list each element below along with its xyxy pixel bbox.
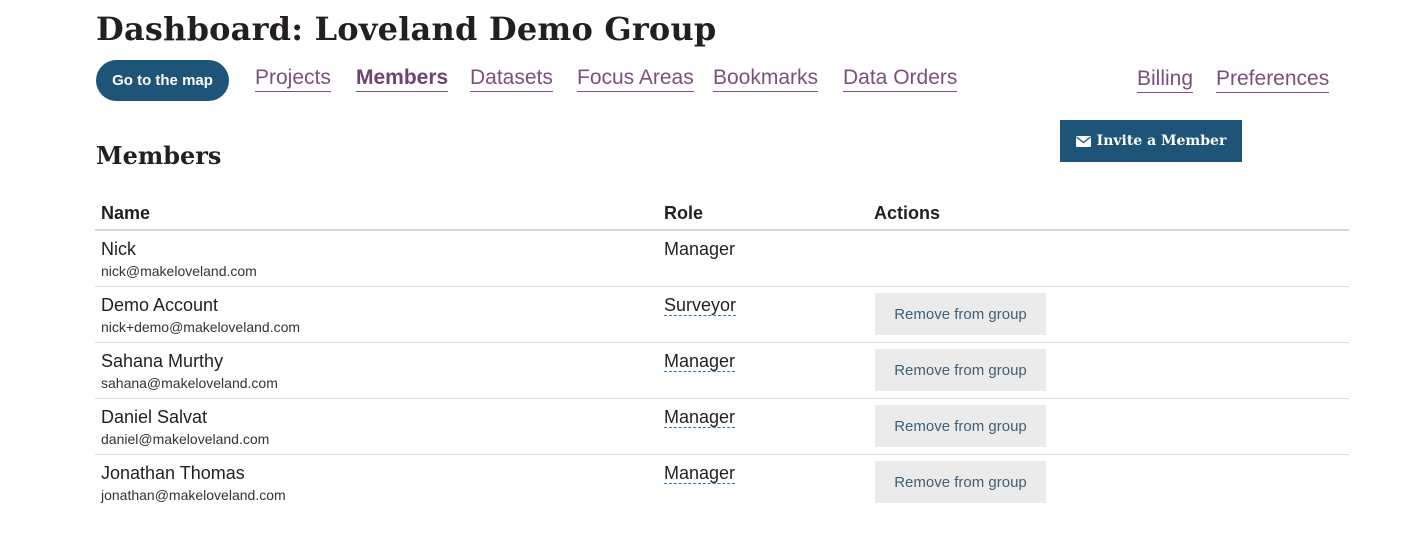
member-role-select[interactable]: Surveyor xyxy=(664,295,737,316)
nav-bookmarks[interactable]: Bookmarks xyxy=(713,65,819,92)
nav-billing[interactable]: Billing xyxy=(1137,66,1194,93)
column-header-name: Name xyxy=(101,203,151,223)
member-role: Manager xyxy=(664,239,736,259)
nav-focus-areas[interactable]: Focus Areas xyxy=(577,65,694,92)
member-email: nick@makeloveland.com xyxy=(101,263,257,279)
member-email: daniel@makeloveland.com xyxy=(101,431,270,447)
table-header: Name Role Actions xyxy=(95,196,1349,231)
table-row: Nick nick@makeloveland.com Manager xyxy=(95,231,1349,287)
member-name: Demo Account xyxy=(101,295,219,315)
remove-from-group-button[interactable]: Remove from group xyxy=(875,349,1046,391)
nav-preferences[interactable]: Preferences xyxy=(1216,66,1330,93)
member-role-select[interactable]: Manager xyxy=(664,351,736,372)
member-name: Jonathan Thomas xyxy=(101,463,245,483)
go-to-map-button[interactable]: Go to the map xyxy=(96,60,229,101)
nav-data-orders[interactable]: Data Orders xyxy=(843,65,958,92)
invite-member-label: Invite a Member xyxy=(1096,133,1227,149)
table-row: Daniel Salvat daniel@makeloveland.com Ma… xyxy=(95,399,1349,455)
table-row: Sahana Murthy sahana@makeloveland.com Ma… xyxy=(95,343,1349,399)
section-title-members: Members xyxy=(96,141,222,170)
column-header-role: Role xyxy=(664,203,704,223)
member-name: Nick xyxy=(101,239,136,259)
member-email: sahana@makeloveland.com xyxy=(101,375,278,391)
member-name: Sahana Murthy xyxy=(101,351,224,371)
nav-members[interactable]: Members xyxy=(356,65,449,92)
nav-projects[interactable]: Projects xyxy=(255,65,331,92)
remove-from-group-button[interactable]: Remove from group xyxy=(875,293,1046,335)
table-row: Demo Account nick+demo@makeloveland.com … xyxy=(95,287,1349,343)
nav-datasets[interactable]: Datasets xyxy=(470,65,553,92)
member-email: jonathan@makeloveland.com xyxy=(101,487,286,503)
member-role-select[interactable]: Manager xyxy=(664,407,736,428)
member-name: Daniel Salvat xyxy=(101,407,208,427)
members-table: Name Role Actions Nick nick@makeloveland… xyxy=(95,196,1349,511)
table-row: Jonathan Thomas jonathan@makeloveland.co… xyxy=(95,455,1349,511)
member-email: nick+demo@makeloveland.com xyxy=(101,319,301,335)
page-title: Dashboard: Loveland Demo Group xyxy=(96,10,717,48)
remove-from-group-button[interactable]: Remove from group xyxy=(875,405,1046,447)
invite-member-button[interactable]: Invite a Member xyxy=(1060,120,1242,162)
member-role-select[interactable]: Manager xyxy=(664,463,736,484)
envelope-icon xyxy=(1075,135,1091,147)
column-header-actions: Actions xyxy=(874,203,941,223)
remove-from-group-button[interactable]: Remove from group xyxy=(875,461,1046,503)
